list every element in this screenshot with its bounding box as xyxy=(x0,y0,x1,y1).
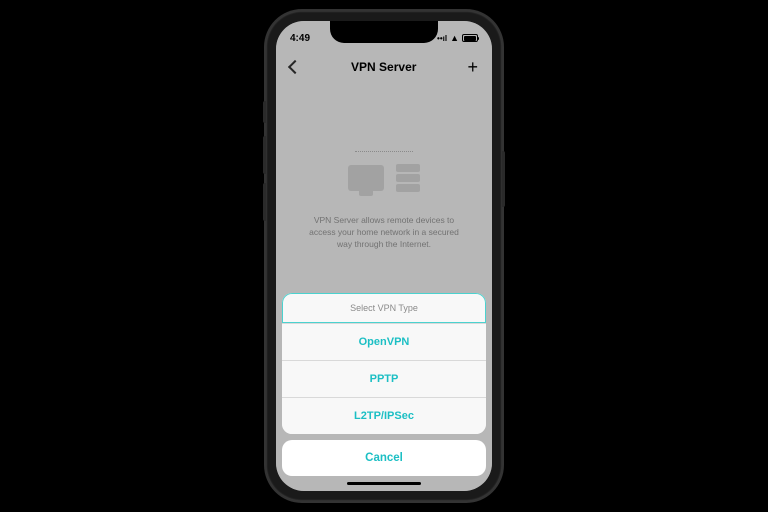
page-title: VPN Server xyxy=(351,60,416,74)
description-text: VPN Server allows remote devices to acce… xyxy=(296,215,472,251)
option-pptp[interactable]: PPTP xyxy=(282,360,486,397)
status-time: 4:49 xyxy=(290,33,310,44)
add-button[interactable]: + xyxy=(467,58,478,76)
notch xyxy=(330,21,438,43)
signal-icon: ••ıl xyxy=(437,34,447,43)
sheet-group: Select VPN Type OpenVPN PPTP L2TP/IPSec xyxy=(282,293,486,434)
nav-bar: VPN Server + xyxy=(276,49,492,85)
server-icon xyxy=(396,164,420,192)
wifi-icon: ▲ xyxy=(450,33,459,43)
volume-down xyxy=(263,183,266,221)
screen: 4:49 ••ıl ▲ VPN Server + VPN Server allo… xyxy=(276,21,492,491)
cancel-button[interactable]: Cancel xyxy=(282,440,486,476)
volume-up xyxy=(263,136,266,174)
action-sheet: Select VPN Type OpenVPN PPTP L2TP/IPSec … xyxy=(276,287,492,492)
status-right: ••ıl ▲ xyxy=(437,33,478,43)
battery-icon xyxy=(462,34,478,42)
phone-frame: 4:49 ••ıl ▲ VPN Server + VPN Server allo… xyxy=(266,11,502,501)
main-content: VPN Server allows remote devices to acce… xyxy=(276,85,492,251)
option-openvpn[interactable]: OpenVPN xyxy=(282,323,486,360)
home-indicator[interactable] xyxy=(347,482,421,486)
power-button xyxy=(502,151,505,207)
connection-line-icon xyxy=(355,151,413,153)
mute-switch xyxy=(263,101,266,123)
monitor-icon xyxy=(348,165,384,191)
sheet-header: Select VPN Type xyxy=(282,293,486,323)
vpn-illustration xyxy=(296,145,472,199)
back-button[interactable] xyxy=(288,60,302,74)
option-l2tp-ipsec[interactable]: L2TP/IPSec xyxy=(282,397,486,434)
